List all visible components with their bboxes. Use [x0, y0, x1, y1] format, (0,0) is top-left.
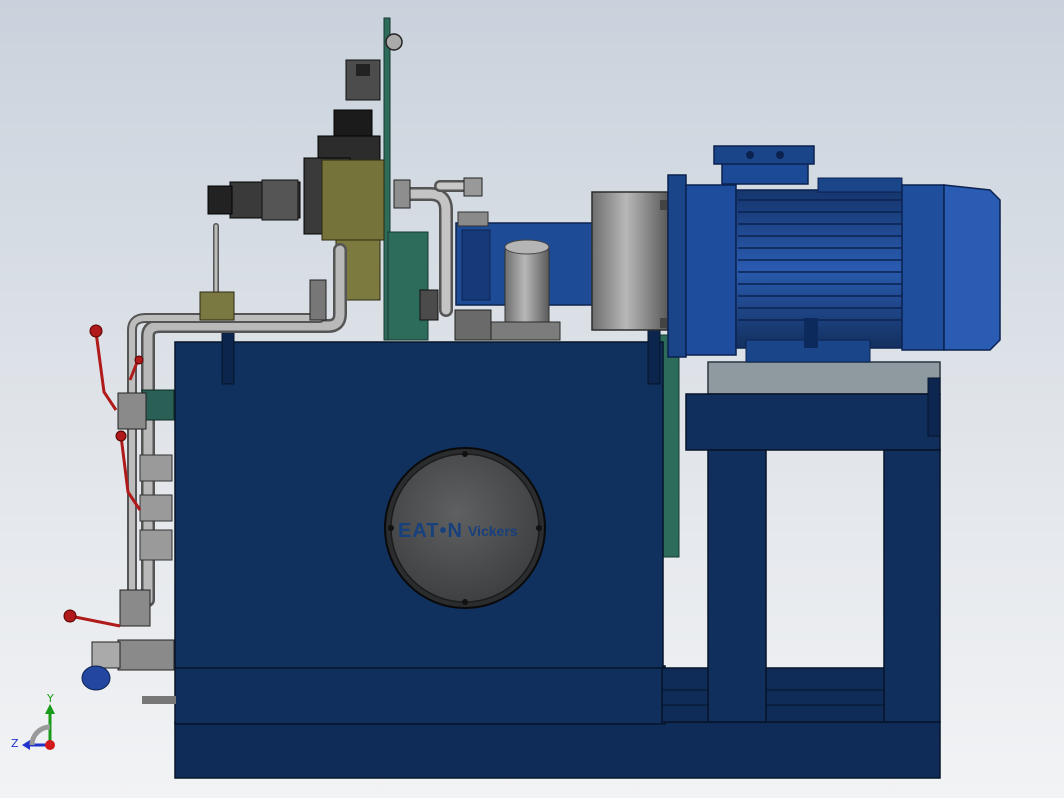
axis-z-label: Z: [11, 737, 19, 750]
directional-valve-stack[interactable]: [207, 59, 385, 301]
cad-viewport[interactable]: EAT•N Vickers Y Z: [0, 0, 1064, 798]
electric-motor[interactable]: [667, 145, 1001, 363]
axis-y-label: Y: [46, 692, 54, 705]
pressure-gauge-icon[interactable]: [385, 33, 403, 51]
brand-logo: EAT•N: [398, 520, 463, 542]
bellhousing[interactable]: [591, 191, 669, 331]
pump-assembly[interactable]: [454, 191, 672, 341]
handle-knob-4[interactable]: [63, 609, 77, 623]
subbrand-logo: Vickers: [468, 523, 518, 539]
handle-knob-1[interactable]: [89, 324, 103, 338]
access-cover-nameplate[interactable]: EAT•N Vickers: [384, 447, 546, 609]
handle-knob-3[interactable]: [115, 430, 127, 442]
base-frame[interactable]: [174, 665, 941, 779]
handle-knob-2[interactable]: [134, 355, 144, 365]
coordinate-triad: Y Z: [11, 692, 55, 750]
motor-terminal-box[interactable]: [713, 145, 815, 185]
